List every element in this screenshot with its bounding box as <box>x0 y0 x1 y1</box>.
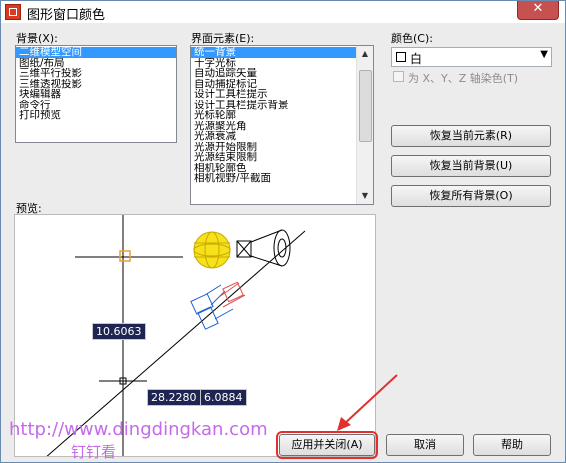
scroll-up-arrow-icon[interactable]: ▲ <box>357 46 373 62</box>
close-button[interactable]: ✕ <box>517 1 559 20</box>
dropdown-arrow-icon[interactable]: ▼ <box>540 49 548 60</box>
list-item[interactable]: 光源聚光角 <box>191 121 373 132</box>
vertical-scrollbar[interactable]: ▲ ▼ <box>356 46 373 204</box>
cancel-button[interactable]: 取消 <box>386 434 464 456</box>
tint-xyz-label: 为 X、Y、Z 轴染色(T) <box>408 72 519 85</box>
list-item[interactable]: 相机轮廓色 <box>191 163 373 174</box>
list-item[interactable]: 十字光标 <box>191 58 373 69</box>
autocad-app-icon <box>5 4 21 20</box>
spotlight-glyph-icon <box>236 229 291 267</box>
watermark-url: http://www.dingdingkan.com <box>9 419 268 440</box>
graphics-window-color-dialog: 图形窗口颜色 ✕ 背景(X): 二维模型空间 图纸/布局 三维平行投影 三维透视… <box>0 0 566 463</box>
restore-current-context-button[interactable]: 恢复当前背景(U) <box>391 155 551 177</box>
list-item[interactable]: 三维透视投影 <box>16 79 176 90</box>
scroll-thumb[interactable] <box>359 70 372 142</box>
dynamic-input-tooltip: 28.2280 <box>147 389 201 406</box>
list-item[interactable]: 光源结束限制 <box>191 152 373 163</box>
list-item[interactable]: 光源衰减 <box>191 131 373 142</box>
list-item[interactable]: 二维模型空间 <box>16 47 176 58</box>
list-item[interactable]: 统一背景 <box>191 47 356 58</box>
list-item[interactable]: 设计工具栏提示背景 <box>191 100 373 111</box>
dynamic-input-tooltip: 6.0884 <box>200 389 247 406</box>
list-item[interactable]: 命令行 <box>16 100 176 111</box>
tint-xyz-checkbox[interactable] <box>393 71 404 82</box>
autosnap-marker-icon <box>119 250 131 262</box>
list-item[interactable]: 相机视野/平截面 <box>191 173 373 184</box>
interface-element-label: 界面元素(E): <box>191 32 255 45</box>
context-label: 背景(X): <box>16 32 58 45</box>
color-dropdown[interactable]: 白 ▼ <box>391 47 552 67</box>
help-button[interactable]: 帮助 <box>473 434 551 456</box>
restore-current-element-button[interactable]: 恢复当前元素(R) <box>391 125 551 147</box>
color-label: 颜色(C): <box>391 32 433 45</box>
list-item[interactable]: 图纸/布局 <box>16 58 176 69</box>
list-item[interactable]: 光标轮廓 <box>191 110 373 121</box>
interface-element-listbox[interactable]: 统一背景 十字光标 自动追踪矢量 自动捕捉标记 设计工具栏提示 设计工具栏提示背… <box>190 45 374 205</box>
point-light-glyph-icon <box>193 231 231 269</box>
apply-and-close-button[interactable]: 应用并关闭(A) <box>276 431 378 459</box>
context-listbox[interactable]: 二维模型空间 图纸/布局 三维平行投影 三维透视投影 块编辑器 命令行 打印预览 <box>15 45 177 143</box>
annotation-arrow-icon <box>337 374 398 431</box>
color-swatch <box>396 52 406 62</box>
restore-all-contexts-button[interactable]: 恢复所有背景(O) <box>391 185 551 207</box>
title-bar: 图形窗口颜色 ✕ <box>1 1 565 23</box>
list-item[interactable]: 块编辑器 <box>16 89 176 100</box>
scroll-down-arrow-icon[interactable]: ▼ <box>357 188 373 204</box>
dynamic-input-tooltip: 10.6063 <box>92 323 146 340</box>
window-title: 图形窗口颜色 <box>27 8 106 23</box>
list-item[interactable]: 设计工具栏提示 <box>191 89 373 100</box>
color-value: 白 <box>410 52 423 66</box>
list-item[interactable]: 打印预览 <box>16 110 176 121</box>
list-item[interactable]: 光源开始限制 <box>191 142 373 153</box>
list-item[interactable]: 自动追踪矢量 <box>191 68 373 79</box>
list-item[interactable]: 自动捕捉标记 <box>191 79 373 90</box>
watermark-text: 钉钉看 <box>71 443 117 461</box>
list-item[interactable]: 三维平行投影 <box>16 68 176 79</box>
